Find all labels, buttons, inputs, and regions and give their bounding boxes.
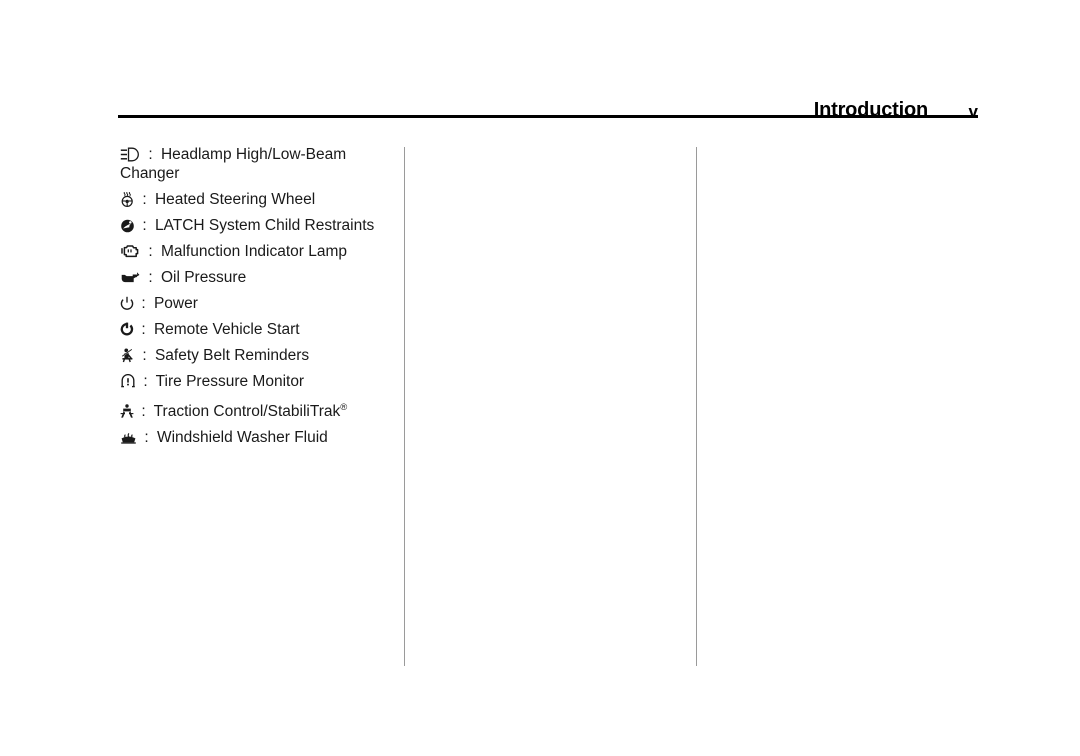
list-item: : Heated Steering Wheel: [120, 190, 388, 209]
list-item: : Remote Vehicle Start: [120, 320, 388, 339]
list-item-label: Headlamp High/Low-Beam Changer: [120, 146, 347, 182]
list-item-label: Power: [153, 295, 198, 312]
list-item: : Malfunction Indicator Lamp: [120, 242, 388, 261]
list-item: : Windshield Washer Fluid: [120, 428, 388, 447]
header-rule: [118, 115, 978, 118]
separator-colon: :: [142, 347, 147, 364]
heated-steering-wheel-icon: [120, 192, 135, 207]
list-item-label: Safety Belt Reminders: [154, 347, 310, 364]
separator-colon: :: [142, 217, 147, 234]
tire-pressure-monitor-icon: [120, 374, 136, 389]
list-item: : Power: [120, 294, 388, 313]
list-item: : Traction Control/StabiliTrak®: [120, 398, 388, 421]
headlamp-high-low-beam-icon: [120, 147, 141, 162]
malfunction-indicator-lamp-icon: [120, 244, 141, 259]
separator-colon: :: [148, 146, 153, 163]
remote-vehicle-start-icon: [120, 322, 134, 337]
separator-colon: :: [141, 295, 146, 312]
list-item-label: Heated Steering Wheel: [154, 191, 316, 208]
separator-colon: :: [148, 269, 153, 286]
list-item: : Headlamp High/Low-Beam Changer: [120, 145, 388, 183]
windshield-washer-fluid-icon: [120, 430, 137, 445]
safety-belt-reminder-icon: [120, 348, 135, 363]
separator-colon: :: [144, 429, 149, 446]
list-item-label: Tire Pressure Monitor: [155, 373, 305, 390]
column-divider-1: [404, 147, 405, 666]
separator-colon: :: [141, 403, 146, 420]
separator-colon: :: [143, 373, 148, 390]
registered-trademark-mark: ®: [340, 402, 348, 413]
list-item: : Safety Belt Reminders: [120, 346, 388, 365]
separator-colon: :: [142, 191, 147, 208]
list-item: : Oil Pressure: [120, 268, 388, 287]
list-item: : Tire Pressure Monitor: [120, 372, 388, 391]
oil-pressure-icon: [120, 270, 141, 285]
list-item-label: Traction Control/StabiliTrak: [153, 403, 341, 420]
list-item-label: Oil Pressure: [160, 269, 247, 286]
list-item-label: Windshield Washer Fluid: [156, 429, 328, 446]
latch-child-restraint-icon: [120, 218, 135, 233]
power-icon: [120, 296, 134, 311]
symbol-legend-list: : Headlamp High/Low-Beam Changer : Heate…: [120, 145, 388, 447]
traction-control-icon: [120, 404, 134, 419]
list-item-label: LATCH System Child Restraints: [154, 217, 375, 234]
separator-colon: :: [141, 321, 146, 338]
list-item-label: Malfunction Indicator Lamp: [160, 243, 348, 260]
separator-colon: :: [148, 243, 153, 260]
column-divider-2: [696, 147, 697, 666]
list-item: : LATCH System Child Restraints: [120, 216, 388, 235]
list-item-label: Remote Vehicle Start: [153, 321, 300, 338]
